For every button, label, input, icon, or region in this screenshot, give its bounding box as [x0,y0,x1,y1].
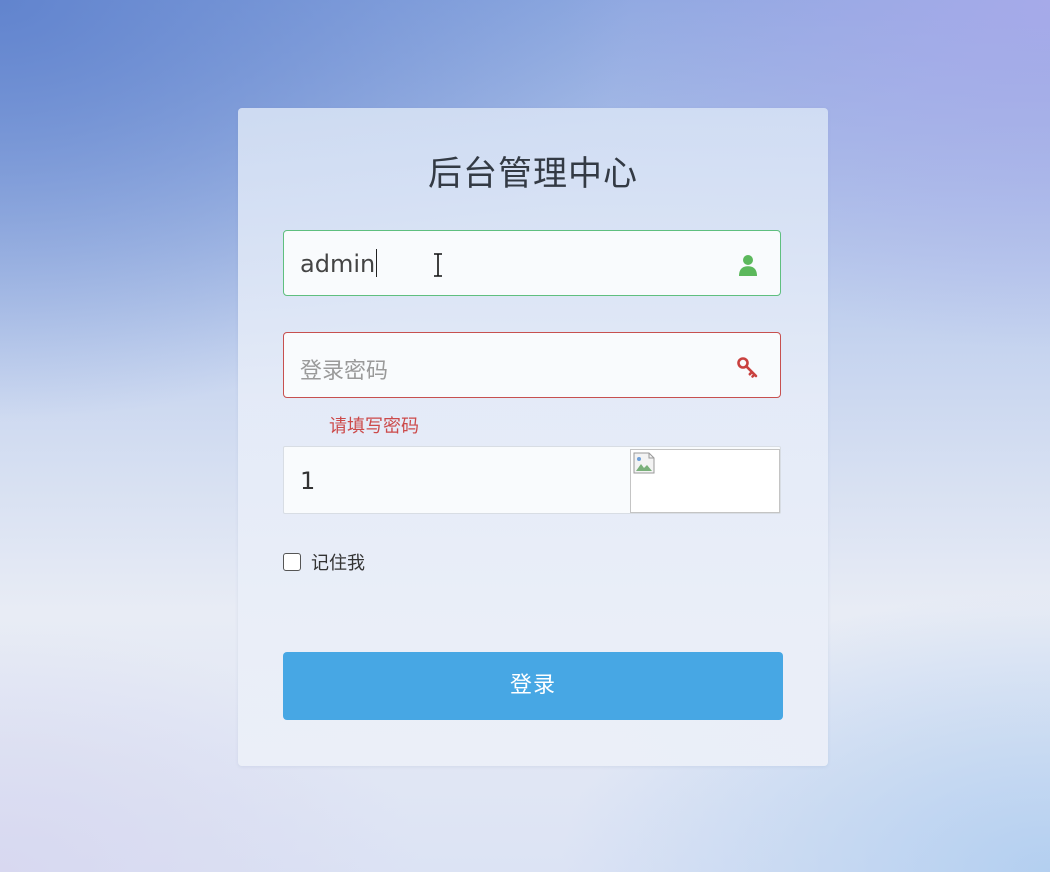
username-value: admin [300,250,376,278]
captcha-input[interactable]: 1 [300,467,315,495]
remember-me-label: 记住我 [311,553,365,574]
text-caret [376,249,378,277]
password-placeholder[interactable]: 登录密码 [300,353,388,385]
remember-me-checkbox[interactable] [283,553,301,571]
captcha-image[interactable] [630,449,780,513]
captcha-field[interactable]: 1 [283,446,781,514]
ibeam-cursor-icon [434,253,442,277]
user-icon [739,255,757,276]
login-button[interactable]: 登录 [283,652,783,720]
remember-me[interactable]: 记住我 [283,550,365,574]
page-title: 后台管理中心 [428,154,638,194]
broken-image-icon [633,452,655,474]
key-icon [737,357,758,378]
username-input[interactable]: admin [300,249,378,278]
login-panel: 后台管理中心 admin 登录密码 请填写密码 1 记住我 登录 [238,108,828,766]
password-error-message: 请填写密码 [329,416,419,437]
username-field[interactable]: admin [283,230,781,296]
password-field[interactable]: 登录密码 [283,332,781,398]
